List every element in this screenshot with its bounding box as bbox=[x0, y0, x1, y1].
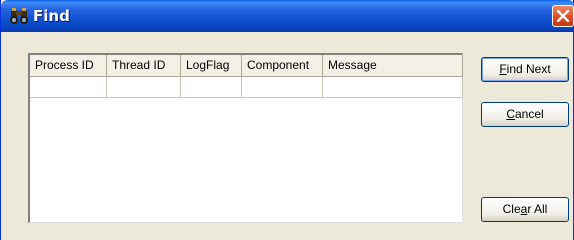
clear-all-label-prefix: Cle bbox=[502, 202, 521, 216]
cancel-label-suffix: ancel bbox=[514, 107, 544, 121]
window-title: Find bbox=[33, 7, 70, 25]
column-header-logflag[interactable]: LogFlag bbox=[181, 55, 242, 76]
cell-logflag[interactable] bbox=[181, 77, 242, 98]
find-next-button[interactable]: Find Next bbox=[481, 57, 569, 82]
column-header-thread-id[interactable]: Thread ID bbox=[107, 55, 181, 76]
table-row[interactable] bbox=[30, 77, 463, 98]
find-next-label-suffix: ind Next bbox=[506, 62, 551, 76]
binoculars-icon bbox=[9, 7, 29, 25]
close-button[interactable] bbox=[552, 5, 574, 27]
clear-all-button[interactable]: Clear All bbox=[481, 197, 569, 222]
dialog-body: Process ID Thread ID LogFlag Component M… bbox=[1, 32, 573, 240]
cancel-mnemonic: C bbox=[506, 107, 515, 121]
grid-header: Process ID Thread ID LogFlag Component M… bbox=[30, 55, 463, 77]
column-header-component[interactable]: Component bbox=[242, 55, 323, 76]
cell-component[interactable] bbox=[242, 77, 323, 98]
cancel-button[interactable]: Cancel bbox=[481, 102, 569, 127]
cell-process-id[interactable] bbox=[30, 77, 107, 98]
title-bar[interactable]: Find bbox=[1, 0, 574, 32]
close-icon bbox=[557, 10, 569, 22]
column-header-message[interactable]: Message bbox=[323, 55, 463, 76]
cell-message[interactable] bbox=[323, 77, 463, 98]
column-header-process-id[interactable]: Process ID bbox=[30, 55, 107, 76]
find-dialog: Find Process ID Thread ID LogFlag Compon… bbox=[0, 0, 574, 240]
clear-all-label-suffix: r All bbox=[527, 202, 548, 216]
find-next-mnemonic: F bbox=[499, 62, 507, 76]
cell-thread-id[interactable] bbox=[107, 77, 181, 98]
results-grid[interactable]: Process ID Thread ID LogFlag Component M… bbox=[28, 53, 463, 223]
